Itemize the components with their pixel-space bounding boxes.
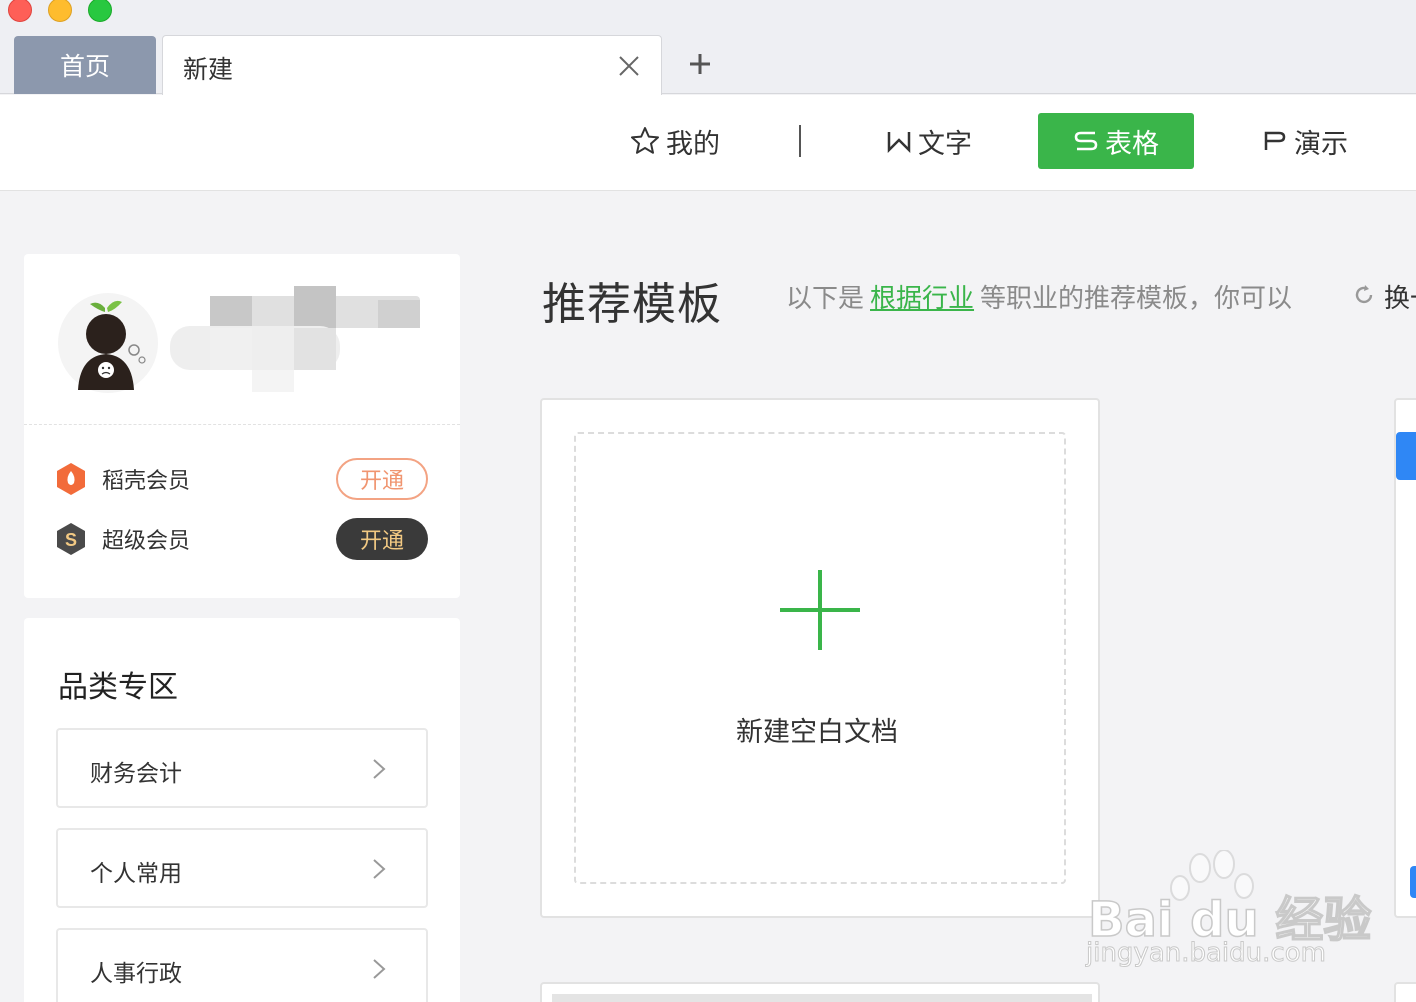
tab-present[interactable]: 演示 (1262, 113, 1348, 169)
template-tag (1410, 866, 1416, 898)
member-row-super: S 超级会员 开通 (56, 518, 428, 560)
category-item-hr[interactable]: 人事行政 (56, 928, 428, 1002)
star-icon (631, 127, 659, 154)
tab-new-label: 新建 (183, 55, 234, 84)
tab-new[interactable]: 新建 (162, 35, 662, 95)
tab-home[interactable]: 首页 (14, 36, 156, 94)
member-label: 稻壳会员 (102, 469, 191, 494)
maximize-window-button[interactable] (88, 0, 112, 22)
template-card-partial[interactable] (540, 982, 1100, 1002)
present-icon (1264, 131, 1286, 150)
template-preview (552, 994, 1092, 1002)
chevron-right-icon (373, 759, 386, 779)
tab-sheet-label: 表格 (1105, 128, 1159, 160)
profile-divider (24, 424, 460, 425)
tab-present-label: 演示 (1294, 128, 1348, 160)
toolbar-divider (799, 125, 801, 157)
industry-link[interactable]: 根据行业 (870, 284, 974, 314)
category-item-label: 财务会计 (90, 761, 182, 787)
member-label: 超级会员 (102, 529, 191, 554)
svg-text:S: S (65, 530, 77, 550)
word-icon (887, 132, 911, 154)
category-item-label: 人事行政 (90, 961, 182, 987)
refresh-button[interactable]: 换一 (1384, 278, 1416, 315)
minimize-window-button[interactable] (48, 0, 72, 22)
chevron-right-icon (373, 859, 386, 879)
close-icon[interactable] (617, 54, 641, 78)
tab-sheet[interactable]: 表格 (1038, 113, 1194, 169)
daoke-member-icon (57, 463, 85, 495)
category-title: 品类专区 (58, 670, 178, 705)
add-tab-icon[interactable] (684, 48, 716, 80)
watermark-url: jingyan.baidu.com (1086, 938, 1327, 969)
document-type-bar: 我的 文字 表格 演示 (0, 95, 1416, 191)
tab-word-label: 文字 (918, 128, 972, 160)
plus-icon (780, 570, 860, 650)
chevron-right-icon (373, 959, 386, 979)
close-window-button[interactable] (8, 0, 32, 22)
category-item-personal[interactable]: 个人常用 (56, 828, 428, 908)
member-row-daoke: 稻壳会员 开通 (56, 458, 428, 500)
page-title: 推荐模板 (542, 279, 722, 330)
category-item-label: 个人常用 (90, 861, 182, 887)
recommend-description: 以下是 根据行业 等职业的推荐模板，你可以 (786, 278, 1292, 315)
blurred-username (170, 286, 420, 392)
open-super-button[interactable]: 开通 (336, 518, 428, 560)
category-item-finance[interactable]: 财务会计 (56, 728, 428, 808)
sheet-icon (1074, 131, 1098, 151)
tab-word[interactable]: 文字 (886, 113, 972, 169)
title-bar: 首页 新建 (0, 0, 1416, 95)
super-member-icon: S (57, 523, 85, 555)
new-blank-document-label: 新建空白文档 (736, 717, 898, 748)
tab-mine-label: 我的 (666, 128, 720, 160)
desc-prefix: 以下是 (786, 284, 865, 314)
avatar[interactable] (58, 290, 158, 396)
open-daoke-button[interactable]: 开通 (336, 458, 428, 500)
blank-document-dropzone[interactable] (574, 432, 1066, 884)
tab-home-label: 首页 (59, 52, 110, 81)
template-tag (1396, 432, 1416, 480)
refresh-icon[interactable] (1352, 283, 1376, 307)
desc-suffix: 等职业的推荐模板，你可以 (980, 284, 1293, 314)
template-card-partial[interactable] (1394, 982, 1416, 1002)
template-card-partial[interactable] (1394, 398, 1416, 918)
tab-mine[interactable]: 我的 (630, 113, 720, 169)
